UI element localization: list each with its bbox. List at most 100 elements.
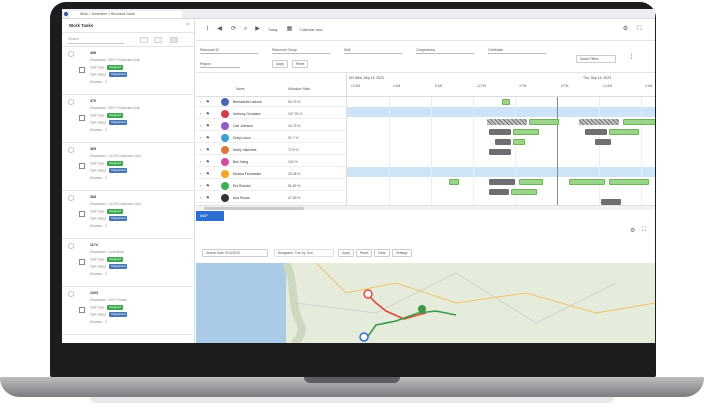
task-bar[interactable] (609, 179, 649, 185)
map-tab[interactable]: MAP (196, 211, 224, 221)
resource-row[interactable]: › ⚑ Monica Fernandes 33.38 % (196, 169, 346, 179)
task-bar[interactable] (449, 179, 459, 185)
certificate-filter[interactable]: Certificate (488, 46, 546, 54)
fullscreen-icon[interactable]: ⛶ (642, 227, 646, 234)
resource-id-filter[interactable]: Resource ID (200, 46, 258, 54)
task-bar[interactable] (623, 119, 655, 125)
task-checkbox[interactable] (68, 147, 74, 153)
task-bar[interactable] (487, 119, 527, 125)
resource-row[interactable]: › ⚑ Carl Johnson 34.75 % (196, 121, 346, 131)
task-checkbox[interactable] (68, 195, 74, 201)
more-icon[interactable]: ⋮ (628, 54, 635, 61)
row-expand-icon[interactable]: › (200, 111, 201, 116)
task-bar[interactable] (489, 129, 511, 135)
resource-row[interactable]: › ⚑ Noely Valentine 72.5 % (196, 145, 346, 155)
map-pin-icon[interactable] (418, 305, 426, 313)
resource-row[interactable]: › ⚑ Anthony Gonzalez 107.93 % (196, 109, 346, 119)
task-card[interactable]: 368 Description : CU-SS Inspection Unit Ta… (62, 191, 195, 239)
task-card[interactable]: 370 Description : B3 FX Inspection Unit Ta… (62, 95, 195, 143)
row-expand-icon[interactable]: › (200, 123, 201, 128)
row-flag-icon[interactable]: ⚑ (206, 195, 210, 200)
browser-tab[interactable]: Work > Scheduler > Resource Gantt (70, 11, 182, 18)
resource-group-filter[interactable]: Resource Group (272, 46, 330, 54)
today-button[interactable]: Today (268, 28, 278, 32)
row-expand-icon[interactable]: › (200, 195, 201, 200)
row-expand-icon[interactable]: › (200, 135, 201, 140)
row-flag-icon[interactable]: ⚑ (206, 147, 210, 152)
reset-button[interactable]: Reset (292, 60, 309, 68)
row-flag-icon[interactable]: ⚑ (206, 183, 210, 188)
fullscreen-icon[interactable]: ⛶ (636, 26, 643, 33)
task-bar[interactable] (579, 119, 619, 125)
name-column-header[interactable]: Name (236, 87, 245, 91)
row-flag-icon[interactable]: ⚑ (206, 99, 210, 104)
row-flag-icon[interactable]: ⚑ (206, 171, 210, 176)
resource-row[interactable]: › ⚑ Bernadette Ladosh 54.75 % (196, 97, 346, 107)
row-flag-icon[interactable]: ⚑ (206, 123, 210, 128)
task-checkbox[interactable] (68, 51, 74, 57)
calendar-icon[interactable]: ▦ (286, 26, 293, 33)
task-card[interactable]: 1174 Description : Lock Work Task Type Assi… (62, 239, 195, 287)
map-settings-button[interactable]: Settings (392, 249, 412, 257)
row-expand-icon[interactable]: › (200, 159, 201, 164)
view-selector[interactable]: Calendar view (300, 28, 323, 32)
map-pin-icon[interactable] (363, 289, 373, 299)
task-bar[interactable] (519, 179, 543, 185)
task-bar[interactable] (529, 119, 559, 125)
task-bar[interactable] (489, 179, 515, 185)
row-flag-icon[interactable]: ⚑ (206, 159, 210, 164)
task-checkbox[interactable] (68, 99, 74, 105)
task-card[interactable]: 1003 Description : X3 FX Install Task Type… (62, 287, 195, 335)
task-bar[interactable] (569, 179, 605, 185)
task-card[interactable]: 408 Description : B3 FX Inspection Unit Ta… (62, 47, 195, 95)
map-clear-button[interactable]: Clear (374, 249, 390, 257)
task-bar[interactable] (489, 149, 511, 155)
region-filter[interactable]: Region (200, 60, 240, 68)
search-date-field[interactable]: Search Date: 9/13/2023 (202, 249, 268, 257)
sort-icon[interactable] (154, 37, 162, 43)
scroll-thumb[interactable] (204, 207, 304, 210)
resource-row[interactable]: › ⚑ Ben Hang 100 % (196, 157, 346, 167)
task-checkbox[interactable] (68, 243, 74, 249)
row-expand-icon[interactable]: › (200, 147, 201, 152)
saved-filters-dropdown[interactable]: Saved Filters (576, 55, 616, 63)
task-bar[interactable] (489, 189, 509, 195)
row-expand-icon[interactable]: › (200, 183, 201, 188)
refresh-icon[interactable]: ⟳ (230, 26, 237, 33)
task-bar[interactable] (511, 189, 537, 195)
resource-row[interactable]: › ⚑ Rui Romani 51.82 % (196, 181, 346, 191)
map-apply-button[interactable]: Apply (338, 249, 354, 257)
row-flag-icon[interactable]: ⚑ (206, 111, 210, 116)
close-icon[interactable]: × (186, 22, 189, 28)
view-toggle-icon[interactable] (170, 37, 178, 43)
forward-icon[interactable]: ▶ (254, 26, 261, 33)
gantt-scrollbar[interactable] (196, 205, 655, 210)
navigation-dropdown[interactable]: Navigation: Turn by Turn (274, 249, 334, 257)
task-checkbox[interactable] (68, 291, 74, 297)
task-card[interactable]: 369 Description : CU-SS Inspection Unit Ta… (62, 143, 195, 191)
task-bar[interactable] (595, 139, 611, 145)
competency-filter[interactable]: Competency (416, 46, 474, 54)
map-reset-button[interactable]: Reset (356, 249, 373, 257)
search-input[interactable]: Search (68, 37, 124, 44)
task-bar[interactable] (585, 129, 607, 135)
settings-icon[interactable]: ⚙ (622, 26, 629, 33)
row-expand-icon[interactable]: › (200, 99, 201, 104)
expand-icon[interactable]: ⟨ (204, 26, 211, 33)
apply-button[interactable]: Apply (272, 60, 288, 68)
resource-row[interactable]: › ⚑ Ana Rosas 47.69 % (196, 193, 346, 203)
route-map[interactable] (196, 263, 655, 343)
filter-icon[interactable] (140, 37, 148, 43)
task-bar[interactable] (513, 129, 539, 135)
zoom-icon[interactable]: ⌕ (242, 26, 249, 33)
back-icon[interactable]: ◀ (216, 26, 223, 33)
skill-filter[interactable]: Skill (344, 46, 402, 54)
task-bar[interactable] (502, 99, 510, 105)
map-pin-icon[interactable] (359, 332, 369, 342)
settings-icon[interactable]: ⚙ (630, 227, 635, 234)
row-flag-icon[interactable]: ⚑ (206, 135, 210, 140)
row-expand-icon[interactable]: › (200, 171, 201, 176)
utilization-column-header[interactable]: Utilization Ratio (288, 87, 310, 91)
task-bar[interactable] (495, 139, 511, 145)
task-bar[interactable] (513, 139, 525, 145)
